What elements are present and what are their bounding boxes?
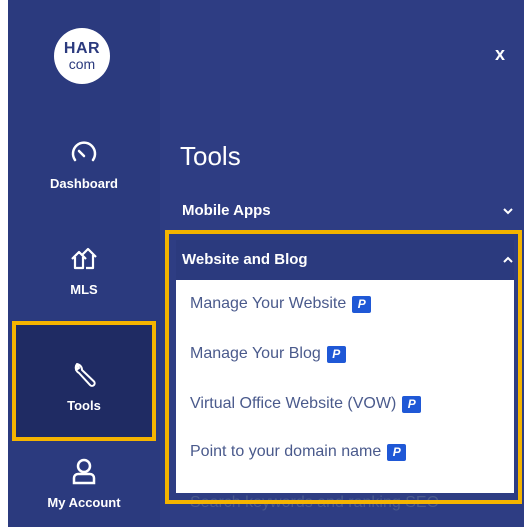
chevron-down-icon [503,207,513,214]
gauge-icon [71,141,97,162]
close-button[interactable]: x [495,44,505,65]
website-blog-highlight-frame [165,230,522,504]
tools-highlight-frame [12,321,156,441]
nav-item-dashboard[interactable]: Dashboard [8,138,160,191]
menu-label-mobile-apps: Mobile Apps [182,202,271,219]
logo-text-har: HAR [63,40,101,57]
nav-label-mls: MLS [70,282,98,297]
har-logo[interactable]: HAR com [54,28,110,84]
nav-label-my-account: My Account [47,495,121,510]
logo-text-com: com [68,56,96,72]
menu-mobile-apps[interactable]: Mobile Apps [182,202,513,219]
panel-title: Tools [180,141,241,171]
nav-item-mls[interactable]: MLS [8,244,160,297]
houses-icon [71,247,97,270]
nav-label-dashboard: Dashboard [50,176,118,191]
user-icon [72,458,96,485]
nav-item-my-account[interactable]: My Account [8,457,160,510]
